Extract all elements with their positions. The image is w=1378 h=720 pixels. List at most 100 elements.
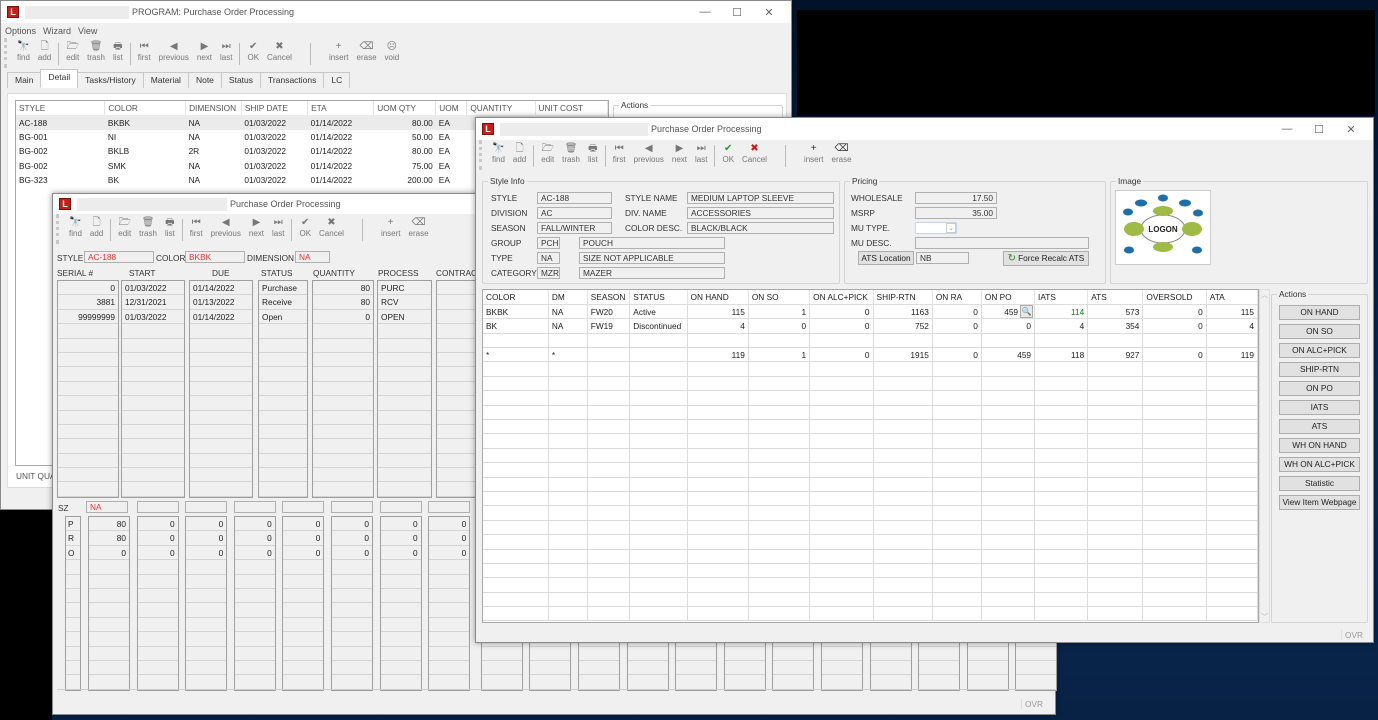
table-cell[interactable]: [587, 520, 631, 536]
table-cell[interactable]: [587, 477, 631, 492]
table-cell[interactable]: [1206, 433, 1258, 449]
size-qty-cell[interactable]: [186, 589, 227, 604]
size-qty-cell[interactable]: [481, 647, 522, 661]
schedule-cell[interactable]: 80: [313, 281, 373, 296]
size-qty-cell[interactable]: [429, 618, 470, 633]
size-qty-cell[interactable]: [332, 675, 372, 690]
schedule-cell[interactable]: [190, 396, 252, 411]
table-cell[interactable]: [687, 462, 749, 478]
table-cell[interactable]: [587, 563, 631, 579]
table-cell[interactable]: [932, 361, 982, 377]
next-button[interactable]: ▶ next: [668, 143, 691, 164]
size-qty-cell[interactable]: [89, 661, 129, 676]
table-cell[interactable]: [873, 462, 933, 478]
table-cell[interactable]: [687, 520, 749, 536]
table-cell[interactable]: [587, 419, 631, 435]
wholesale-field[interactable]: 17.50: [915, 192, 997, 204]
schedule-cell[interactable]: Receive: [259, 295, 307, 310]
table-cell[interactable]: [1087, 477, 1144, 492]
add-button[interactable]: 🗋 add: [509, 143, 530, 164]
insert-button[interactable]: + insert: [377, 217, 405, 238]
table-cell[interactable]: [1034, 462, 1089, 478]
table-cell[interactable]: [1034, 520, 1089, 536]
schedule-cell[interactable]: [122, 396, 184, 411]
schedule-cell[interactable]: [58, 353, 118, 368]
schedule-cell[interactable]: 01/03/2022: [122, 281, 184, 296]
table-cell[interactable]: [629, 347, 688, 363]
size-qty-cell[interactable]: [234, 675, 275, 690]
table-cell[interactable]: [548, 433, 588, 449]
table-cell[interactable]: [687, 491, 749, 507]
size-qty-cell[interactable]: [773, 675, 814, 690]
table-cell[interactable]: [483, 361, 549, 377]
size-header-field[interactable]: [185, 501, 228, 513]
size-qty-cell[interactable]: [283, 618, 324, 633]
table-cell[interactable]: [483, 448, 549, 464]
size-qty-cell[interactable]: [1016, 647, 1057, 661]
table-cell[interactable]: [809, 577, 874, 593]
size-qty-cell[interactable]: [234, 603, 275, 618]
table-cell[interactable]: 119: [1206, 347, 1258, 363]
schedule-cell[interactable]: [190, 454, 252, 469]
schedule-cell[interactable]: [58, 382, 118, 397]
size-qty-cell[interactable]: [919, 647, 960, 661]
table-cell[interactable]: [483, 477, 549, 492]
table-cell[interactable]: [483, 491, 549, 507]
size-qty-cell[interactable]: [332, 603, 372, 618]
size-qty-cell[interactable]: [380, 618, 421, 633]
table-cell[interactable]: [873, 606, 933, 622]
schedule-cell[interactable]: [259, 324, 307, 339]
size-qty-cell[interactable]: 0: [89, 546, 129, 561]
size-qty-cell[interactable]: [530, 661, 571, 676]
size-qty-cell[interactable]: [380, 632, 421, 647]
msrp-field[interactable]: 35.00: [915, 207, 997, 219]
schedule-cell[interactable]: [259, 482, 307, 497]
table-cell[interactable]: [1142, 361, 1207, 377]
table-cell[interactable]: [1142, 563, 1207, 579]
add-button[interactable]: 🗋 add: [86, 217, 107, 238]
close-button[interactable]: ✕: [1335, 123, 1367, 136]
table-cell[interactable]: [587, 361, 631, 377]
schedule-cell[interactable]: [190, 482, 252, 497]
list-button[interactable]: 🖶 list: [161, 217, 179, 238]
schedule-cell[interactable]: [378, 468, 431, 483]
size-qty-cell[interactable]: [137, 675, 178, 690]
table-cell[interactable]: [809, 462, 874, 478]
table-cell[interactable]: [873, 361, 933, 377]
cancel-button[interactable]: ✖ Cancel: [738, 143, 771, 164]
table-cell[interactable]: [1206, 376, 1258, 392]
maximize-button[interactable]: ☐: [1303, 123, 1335, 136]
table-cell[interactable]: EA: [436, 173, 467, 187]
edit-button[interactable]: 🗁 edit: [537, 143, 558, 164]
table-cell[interactable]: [1142, 520, 1207, 536]
table-cell[interactable]: [809, 376, 874, 392]
table-cell[interactable]: [629, 563, 688, 579]
column-header[interactable]: UOM: [435, 101, 468, 116]
table-cell[interactable]: [932, 390, 982, 406]
list-button[interactable]: 🖶 list: [584, 143, 602, 164]
table-cell[interactable]: [873, 563, 933, 579]
table-cell[interactable]: 01/14/2022: [308, 173, 374, 187]
size-qty-cell[interactable]: [89, 560, 129, 575]
size-qty-cell[interactable]: [773, 647, 814, 661]
size-qty-cell[interactable]: 0: [137, 517, 178, 532]
table-row[interactable]: [483, 505, 1258, 521]
size-qty-cell[interactable]: [627, 661, 668, 676]
table-cell[interactable]: [483, 592, 549, 608]
size-qty-cell[interactable]: [579, 647, 619, 661]
size-qty-cell[interactable]: [186, 647, 227, 661]
table-cell[interactable]: 0: [809, 318, 874, 334]
size-qty-cell[interactable]: [429, 661, 470, 676]
ats-location-button[interactable]: ATS Location: [858, 251, 914, 265]
table-cell[interactable]: 0: [1142, 318, 1207, 334]
size-header-field[interactable]: [282, 501, 325, 513]
table-cell[interactable]: 1: [748, 304, 811, 320]
size-qty-cell[interactable]: 0: [380, 531, 421, 546]
cancel-button[interactable]: ✖ Cancel: [315, 217, 348, 238]
trash-button[interactable]: 🗑 trash: [83, 41, 109, 62]
table-cell[interactable]: [1087, 577, 1144, 593]
size-qty-cell[interactable]: [724, 675, 765, 690]
table-cell[interactable]: 354: [1087, 318, 1144, 334]
table-cell[interactable]: [548, 477, 588, 492]
table-cell[interactable]: [629, 592, 688, 608]
